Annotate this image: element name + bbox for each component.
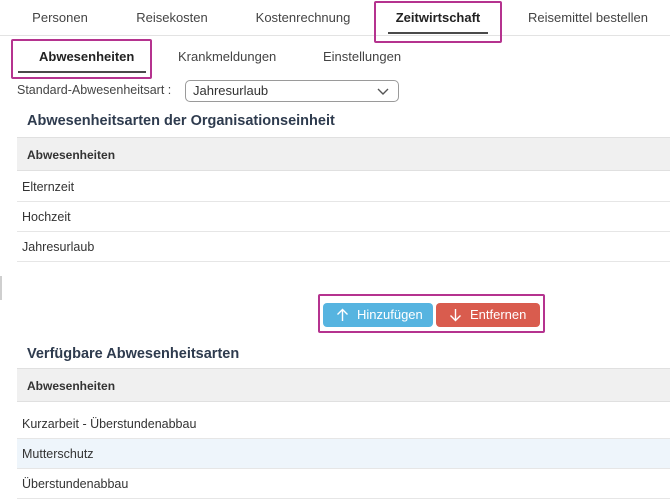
available-table-header: Abwesenheiten	[17, 368, 670, 402]
tab-label: Abwesenheiten	[39, 49, 135, 64]
org-table-header: Abwesenheiten	[17, 137, 670, 171]
tab-abwesenheiten[interactable]: Abwesenheiten	[39, 44, 134, 70]
table-row[interactable]: Kurzarbeit - Überstundenabbau	[17, 409, 670, 439]
default-type-select[interactable]: Jahresurlaub	[185, 80, 399, 102]
tab-einstellungen[interactable]: Einstellungen	[323, 44, 401, 70]
remove-button-label: Entfernen	[470, 307, 527, 322]
add-button[interactable]: Hinzufügen	[323, 303, 433, 327]
tab-label: Krankmeldungen	[178, 49, 277, 64]
top-tab-bar: Personen Reisekosten Kostenrechnung Zeit…	[0, 0, 670, 36]
row-label: Mutterschutz	[22, 447, 94, 461]
tab-reisemittel-bestellen[interactable]: Reisemittel bestellen	[517, 0, 659, 36]
add-button-label: Hinzufügen	[357, 307, 423, 322]
tab-label: Kostenrechnung	[255, 10, 351, 25]
table-row-selected[interactable]: Mutterschutz	[17, 439, 670, 469]
row-label: Hochzeit	[22, 210, 71, 224]
arrow-up-icon	[337, 308, 348, 321]
row-label: Elternzeit	[22, 180, 75, 194]
tab-zeitwirtschaft[interactable]: Zeitwirtschaft	[376, 0, 500, 36]
table-row[interactable]: Elternzeit	[17, 172, 670, 202]
tab-label: Zeitwirtschaft	[395, 10, 481, 25]
row-label: Überstundenabbau	[22, 477, 129, 491]
active-tab-indicator	[388, 32, 488, 34]
default-type-value: Jahresurlaub	[193, 83, 269, 98]
tab-label: Reisekosten	[136, 10, 208, 25]
table-row[interactable]: Überstundenabbau	[17, 469, 670, 499]
tab-krankmeldungen[interactable]: Krankmeldungen	[178, 44, 276, 70]
scroll-marker	[0, 276, 2, 300]
org-section-title: Abwesenheitsarten der Organisationseinhe…	[27, 113, 335, 129]
tab-label: Einstellungen	[323, 49, 402, 64]
tab-kostenrechnung[interactable]: Kostenrechnung	[244, 0, 362, 36]
tab-label: Personen	[32, 10, 88, 25]
arrow-down-icon	[450, 309, 461, 322]
column-header-abwesenheiten: Abwesenheiten	[27, 379, 116, 393]
table-row[interactable]: Hochzeit	[17, 202, 670, 232]
available-section-title: Verfügbare Abwesenheitsarten	[27, 346, 240, 362]
column-header-abwesenheiten: Abwesenheiten	[27, 148, 116, 162]
row-label: Kurzarbeit - Überstundenabbau	[22, 417, 197, 431]
table-row[interactable]: Jahresurlaub	[17, 232, 670, 262]
active-subtab-indicator	[18, 71, 146, 73]
tab-reisekosten[interactable]: Reisekosten	[124, 0, 220, 36]
tab-personen[interactable]: Personen	[14, 0, 106, 36]
row-label: Jahresurlaub	[22, 240, 95, 254]
chevron-down-icon	[377, 88, 389, 95]
tab-label: Reisemittel bestellen	[528, 10, 648, 25]
default-type-label: Standard-Abwesenheitsart :	[17, 83, 172, 97]
remove-button[interactable]: Entfernen	[436, 303, 540, 327]
